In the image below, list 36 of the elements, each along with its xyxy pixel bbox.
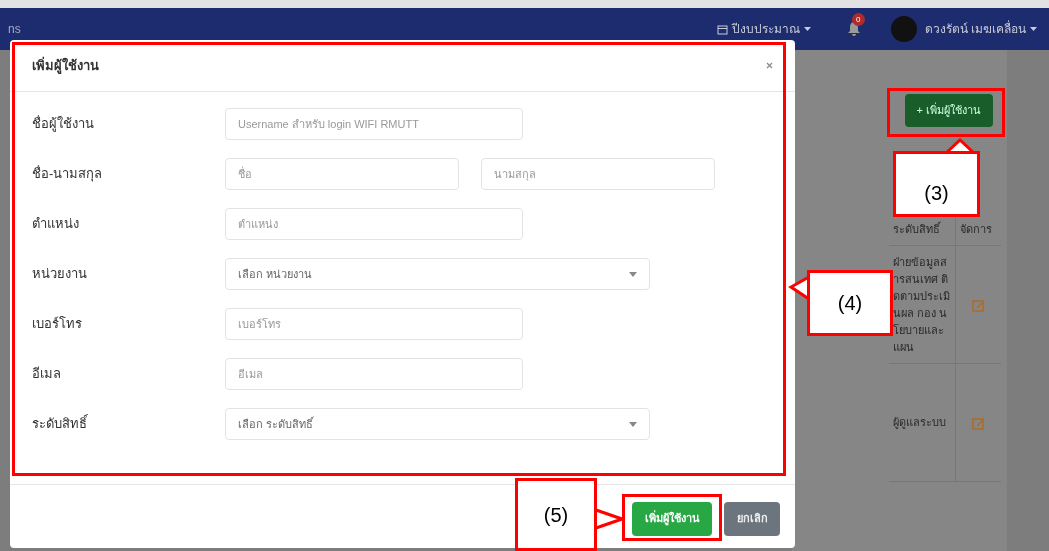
dropdown[interactable]: เลือก ระดับสิทธิ์ [225,408,650,440]
caret-icon [629,271,637,277]
callout-pointer [595,506,624,532]
field-label: ตำแหน่ง [32,215,80,234]
edit-icon[interactable] [971,416,985,430]
close-icon[interactable] [766,62,773,69]
notification-badge: 0 [851,13,865,26]
table-cell: ผู้ดูแลระบบ [889,363,955,482]
avatar[interactable] [890,16,917,42]
input-field[interactable]: Username สำหรับ login WIFI RMUTT [225,108,523,140]
caret-icon [629,421,637,427]
callout-label: (5) [515,478,597,551]
caret-icon [1030,27,1037,31]
callout-label: (3) [893,151,980,217]
field-label: อีเมล [32,365,62,384]
input-field[interactable]: อีเมล [225,358,523,390]
input-field[interactable]: ตำแหน่ง [225,208,523,240]
dropdown[interactable]: เลือก หน่วยงาน [225,258,650,290]
caret-icon [803,27,811,31]
modal-title: เพิ่มผู้ใช้งาน [32,55,100,76]
input-field[interactable]: เบอร์โทร [225,308,523,340]
field-label: ระดับสิทธิ์ [32,414,89,434]
edit-icon[interactable] [971,298,985,312]
field-label: ชื่อผู้ใช้งาน [32,114,95,134]
brand-text: ns [8,21,21,38]
field-label: เบอร์โทร [32,315,83,334]
field-label: หน่วยงาน [32,265,88,284]
calendar-icon [716,23,728,35]
input-field[interactable]: ชื่อ [225,158,459,190]
cancel-button[interactable]: ยกเลิก [724,501,780,536]
user-menu[interactable]: ดวงรัตน์ เมฆเคลื่อน [924,20,1026,38]
fiscal-year-dropdown[interactable]: ปีงบประมาณ [731,20,800,38]
callout-label: (4) [807,270,893,336]
field-label: ชื่อ-นามสกุล [32,164,104,184]
add-user-button[interactable]: + เพิ่มผู้ใช้งาน [904,94,993,127]
input-field[interactable]: นามสกุล [481,158,715,190]
